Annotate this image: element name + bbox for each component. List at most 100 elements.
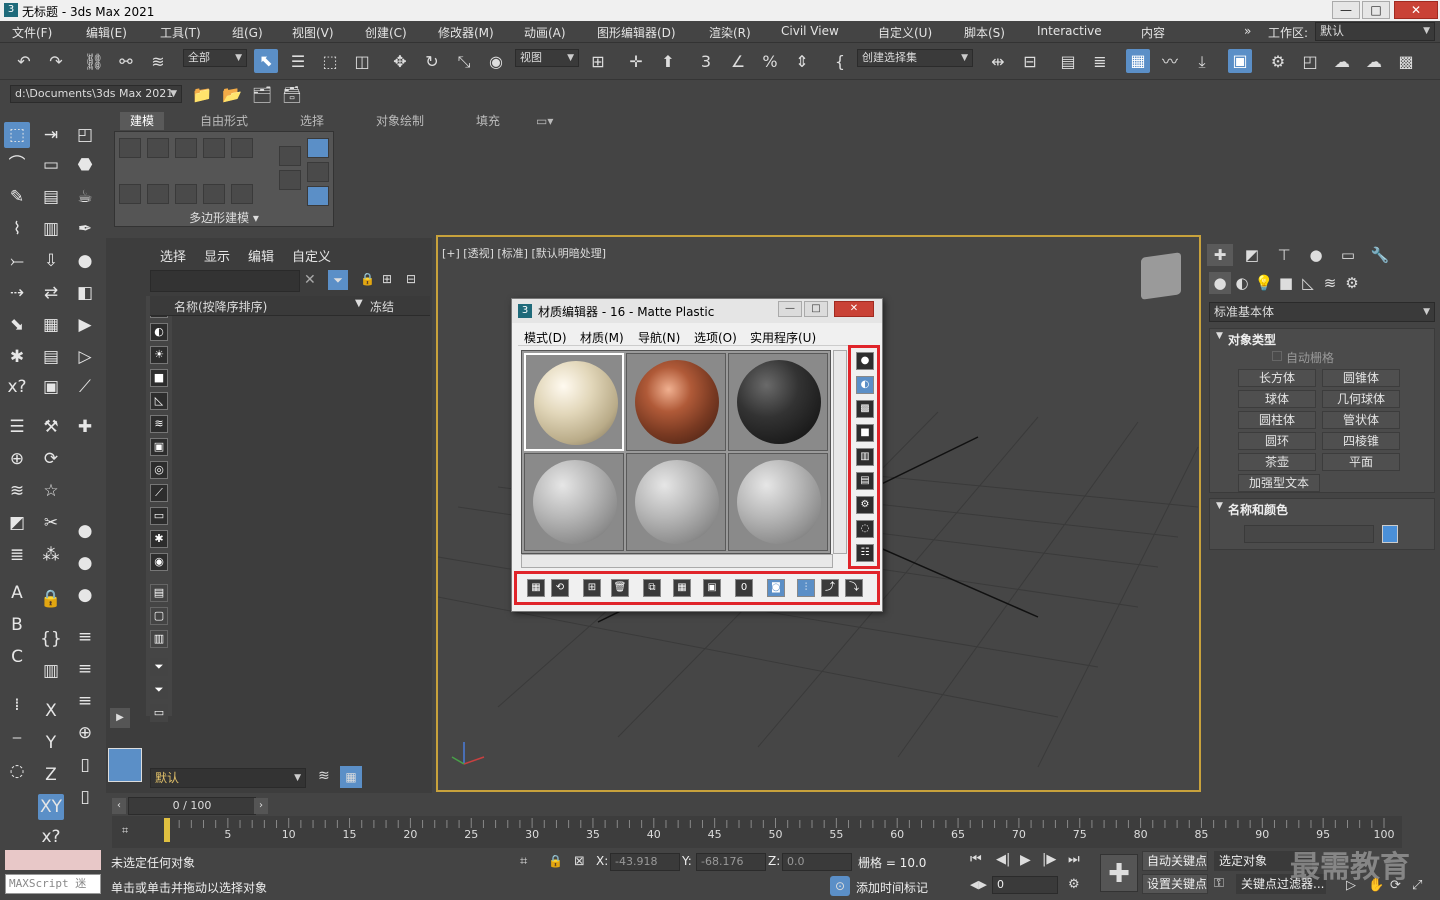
me-menu-options[interactable]: 选项(O)	[694, 329, 737, 346]
cameras-cat-icon[interactable]: ■	[1275, 272, 1297, 294]
track-bar-icon[interactable]: ⌗	[122, 824, 128, 838]
stack5-icon[interactable]: ≡	[72, 688, 98, 714]
next-frame-icon[interactable]: ›	[254, 798, 268, 814]
z-coord-field[interactable]: 0.0	[782, 853, 852, 871]
menu-graph-editors[interactable]: 图形编辑器(D)	[597, 24, 676, 41]
maxscript-input[interactable]: MAXScript 迷	[5, 874, 101, 894]
tab-modeling[interactable]: 建模	[120, 112, 165, 130]
vertex-icon[interactable]	[119, 138, 141, 158]
explorer-menu-edit[interactable]: 编辑	[248, 246, 274, 265]
add-layer-icon[interactable]: ⊕	[4, 446, 30, 472]
rollout-collapse-icon[interactable]: ▼	[1216, 501, 1223, 511]
shapes-cat-icon[interactable]: ◐	[1231, 272, 1253, 294]
put-to-library-icon[interactable]: ▣	[703, 579, 721, 597]
menu-animation[interactable]: 动画(A)	[524, 24, 566, 41]
prev-frame-icon[interactable]: ‹	[112, 798, 126, 814]
hierarchy2-icon[interactable]: ⊟	[406, 272, 416, 286]
project-settings-icon[interactable]: 🗃	[280, 83, 304, 107]
window-crossing-icon[interactable]: ◫	[350, 50, 374, 74]
tools-icon[interactable]: ✂	[38, 510, 64, 536]
goto-start-icon[interactable]: ⏮	[970, 852, 982, 867]
rollout-collapse-icon[interactable]: ▼	[1216, 331, 1223, 341]
reset-map-icon[interactable]: 🗑	[611, 579, 629, 597]
tool-b-icon[interactable]: ▯	[72, 752, 98, 778]
project-template-icon[interactable]: 🗂	[250, 83, 274, 107]
keyboard-shortcut-icon[interactable]: ⬆	[656, 50, 680, 74]
layer-select[interactable]: 默认 ▼	[150, 768, 306, 788]
sample-slot-1[interactable]	[524, 353, 624, 451]
tool2-icon[interactable]	[147, 184, 169, 204]
edge-icon[interactable]	[147, 138, 169, 158]
filter-icon[interactable]: ⏷	[328, 270, 348, 290]
tool7-icon[interactable]	[279, 170, 301, 190]
rotate-obj-icon[interactable]: ⟳	[38, 446, 64, 472]
orbit-icon[interactable]: ⟳	[1390, 878, 1401, 893]
put-to-scene-icon[interactable]: ⟲	[551, 579, 569, 597]
copy-material-icon[interactable]: ⧉	[643, 579, 661, 597]
undo-icon[interactable]: ↶	[12, 50, 36, 74]
material-map-navigator-icon[interactable]: ☷	[856, 544, 874, 562]
spinner-snap-icon[interactable]: ⇕	[790, 50, 814, 74]
stack4-icon[interactable]: ≡	[72, 656, 98, 682]
geometry-icon[interactable]: ●	[1209, 272, 1231, 294]
container-icon[interactable]: ▭	[150, 704, 168, 722]
box-stack-icon[interactable]: ▦	[38, 312, 64, 338]
current-frame-marker[interactable]	[164, 818, 170, 842]
tab-object-paint[interactable]: 对象绘制	[366, 112, 434, 130]
me-close-button[interactable]: ✕	[834, 301, 874, 317]
key-filter-icon[interactable]: ⚿	[1214, 876, 1224, 891]
xref-icon[interactable]: x?	[4, 374, 30, 400]
backlight-icon[interactable]: ◐	[856, 376, 874, 394]
tab-freeform[interactable]: 自由形式	[190, 112, 258, 130]
teapot-button[interactable]: 茶壶	[1238, 453, 1316, 471]
assign-to-selection-icon[interactable]: ⊞	[583, 579, 601, 597]
text-a-icon[interactable]: A	[4, 580, 30, 606]
tool1-icon[interactable]	[119, 184, 141, 204]
create-tab-icon[interactable]: ✚	[1207, 244, 1233, 266]
geosphere-button[interactable]: 几何球体	[1322, 390, 1400, 408]
menu-tools[interactable]: 工具(T)	[160, 24, 201, 41]
explorer-menu-customize[interactable]: 自定义	[292, 246, 331, 265]
render-production-icon[interactable]: ☁	[1330, 50, 1354, 74]
me-menu-navigation[interactable]: 导航(N)	[638, 329, 680, 346]
cameras-filter-icon[interactable]: ■	[150, 369, 168, 387]
text-c-icon[interactable]: C	[4, 644, 30, 670]
time-tag-icon[interactable]: ⊙	[830, 876, 850, 896]
tool-a-icon[interactable]: ⊕	[72, 720, 98, 746]
column-freeze[interactable]: 冻结	[370, 298, 394, 315]
edit-named-sel-icon[interactable]: {	[828, 50, 852, 74]
gray-sphere-icon[interactable]: ●	[72, 518, 98, 544]
bones-filter-icon[interactable]: ⟋	[150, 484, 168, 502]
lock-icon[interactable]: 🔒	[360, 272, 375, 286]
lights-filter-icon[interactable]: ☀	[150, 346, 168, 364]
cylinder-button[interactable]: 圆柱体	[1238, 411, 1316, 429]
camera-icon[interactable]: ◧	[72, 280, 98, 306]
tool-c-icon[interactable]: ▯	[72, 784, 98, 810]
text-b-icon[interactable]: B	[4, 612, 30, 638]
tool10-icon[interactable]	[307, 186, 329, 206]
menu-civil-view[interactable]: Civil View	[781, 24, 839, 38]
shapes-icon[interactable]: ⬣	[72, 152, 98, 178]
workspace-select[interactable]: 默认 ▼	[1315, 22, 1435, 41]
me-menu-material[interactable]: 材质(M)	[580, 329, 624, 346]
sample-slot-5[interactable]	[626, 453, 726, 551]
select-arrow-icon[interactable]: ⬊	[4, 312, 30, 338]
x-coord-field[interactable]: -43.918	[610, 853, 680, 871]
hierarchy-tab-icon[interactable]: ⊤	[1271, 244, 1297, 266]
pan-icon[interactable]: ▷	[1346, 878, 1356, 893]
object-color-swatch[interactable]	[1382, 525, 1398, 543]
explorer-menu-select[interactable]: 选择	[160, 246, 186, 265]
stack3-icon[interactable]: ≡	[72, 624, 98, 650]
expand-icon[interactable]: ▶	[110, 708, 130, 728]
rotate-icon[interactable]: ↻	[420, 50, 444, 74]
sample-type-icon[interactable]: ●	[856, 352, 874, 370]
menu-scripting[interactable]: 脚本(S)	[964, 24, 1005, 41]
brace-icon[interactable]: {}	[38, 626, 64, 652]
filter-down-icon[interactable]: ⏷	[150, 681, 168, 699]
plus-icon[interactable]: ✚	[72, 414, 98, 440]
track-bar[interactable]: ⌗ 05101520253035404550556065707580859095…	[112, 816, 1402, 848]
axis-z-icon[interactable]: Z	[38, 762, 64, 788]
explorer-mode-icon[interactable]	[108, 748, 142, 782]
go-forward-sibling-icon[interactable]: ⤵	[845, 579, 863, 597]
lasso-icon[interactable]: ⌒	[4, 152, 30, 178]
